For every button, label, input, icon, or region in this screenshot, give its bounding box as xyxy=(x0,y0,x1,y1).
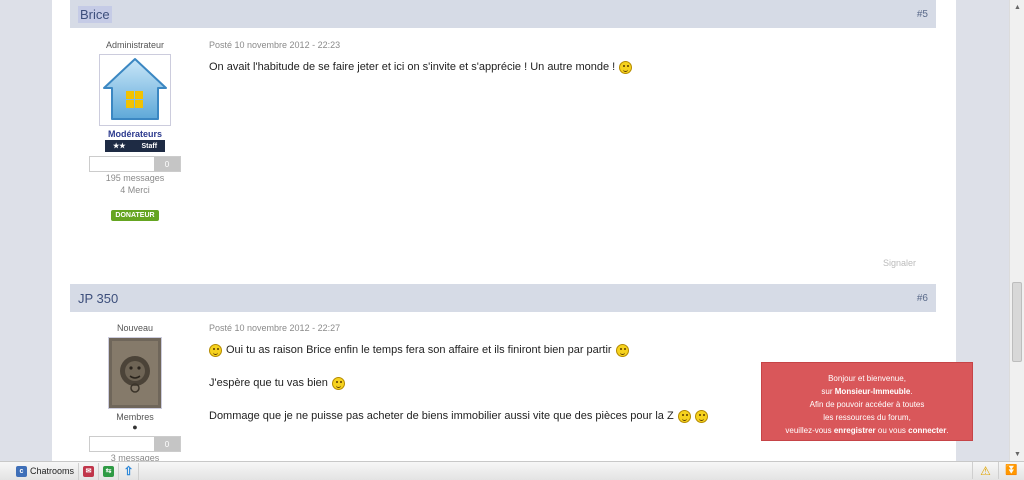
rank-pip-icon: ● xyxy=(132,422,138,432)
toolbar-button[interactable]: ✉ xyxy=(79,462,100,480)
author-group: Membres xyxy=(116,412,154,422)
post-content: Posté 10 novembre 2012 - 22:23 On avait … xyxy=(209,40,633,74)
post-header: Brice #5 xyxy=(70,0,936,28)
toolbar-button[interactable]: ⇆ xyxy=(99,462,120,480)
reputation-bar xyxy=(90,157,154,171)
double-chevron-down-icon: ⏬ xyxy=(1005,465,1018,476)
wink-smiley-icon xyxy=(677,409,691,423)
author-rank: Nouveau xyxy=(116,323,154,333)
post-line-text: J'espère que tu vas bien xyxy=(209,377,328,389)
reputation-value: 0 xyxy=(154,437,180,451)
popup-text: veuillez-vous xyxy=(785,426,834,435)
site-name-link[interactable]: Monsieur-Immeuble xyxy=(835,387,911,396)
vertical-scrollbar[interactable]: ▲ ▼ xyxy=(1009,0,1024,461)
message-count: 195 messages xyxy=(105,173,165,183)
register-link[interactable]: enregistrer xyxy=(834,426,876,435)
up-arrow-icon: ⇧ xyxy=(123,464,134,478)
scroll-down-arrow-icon[interactable]: ▼ xyxy=(1010,447,1024,461)
toolbar-button[interactable]: ⇧ xyxy=(119,462,140,480)
popup-text: sur xyxy=(821,387,835,396)
reputation-box: 0 xyxy=(89,436,181,452)
author-profile: Administrateur Modérateurs ★★ Staff 0 19… xyxy=(70,40,200,222)
forum-post: Brice #5 Administrateur Modérateurs ★★ S… xyxy=(70,0,936,283)
merci-count: 4 Merci xyxy=(120,185,150,195)
post-content: Posté 10 novembre 2012 - 22:27 Oui tu as… xyxy=(209,323,708,423)
post-line-text: On avait l'habitude de se faire jeter et… xyxy=(209,61,616,73)
popup-text: ou vous xyxy=(875,426,909,435)
report-link[interactable]: Signaler xyxy=(883,258,916,268)
lion-head-avatar-icon xyxy=(109,338,161,408)
avatar[interactable] xyxy=(108,337,162,409)
badge-label: Staff xyxy=(141,142,158,150)
popup-text: les ressources du forum, xyxy=(823,413,911,422)
reputation-value: 0 xyxy=(154,157,180,171)
message-icon: ✉ xyxy=(83,465,95,477)
tongue-smiley-icon xyxy=(615,343,629,357)
author-rank: Administrateur xyxy=(105,40,165,50)
reputation-box: 0 xyxy=(89,156,181,172)
post-number-link[interactable]: #5 xyxy=(917,9,928,20)
post-text: Oui tu as raison Brice enfin le temps fe… xyxy=(209,343,708,423)
post-text: On avait l'habitude de se faire jeter et… xyxy=(209,60,633,74)
collapse-button[interactable]: ⏬ xyxy=(998,462,1024,479)
avatar[interactable] xyxy=(99,54,171,126)
post-line-text: Dommage que je ne puisse pas acheter de … xyxy=(209,410,674,422)
reputation-bar xyxy=(90,437,154,451)
popup-greeting: Bonjour et bienvenue, xyxy=(828,374,906,383)
house-logo-icon xyxy=(103,58,167,120)
author-name-link[interactable]: Brice xyxy=(78,5,112,23)
author-group: Modérateurs xyxy=(107,129,162,139)
smiley-icon xyxy=(331,376,345,390)
post-line: Oui tu as raison Brice enfin le temps fe… xyxy=(209,343,708,357)
post-body: Administrateur Modérateurs ★★ Staff 0 19… xyxy=(70,28,936,283)
warning-icon: ⚠ xyxy=(980,463,991,478)
smiley-icon xyxy=(619,60,633,74)
author-profile: Nouveau Membres ● 0 3 messages xyxy=(70,323,200,464)
share-icon: ⇆ xyxy=(103,465,115,477)
popup-site-line: sur Monsieur-Immeuble. xyxy=(762,385,972,398)
laughing-smiley-icon xyxy=(694,409,708,423)
laughing-smiley-icon xyxy=(209,343,222,357)
post-line: J'espère que tu vas bien xyxy=(209,376,708,390)
login-link[interactable]: connecter xyxy=(908,426,946,435)
badge-stars: ★★ xyxy=(112,143,126,150)
author-name-link[interactable]: JP 350 xyxy=(78,291,118,306)
popup-text: . xyxy=(910,387,913,396)
post-date: Posté 10 novembre 2012 - 22:27 xyxy=(209,323,341,333)
chatrooms-label: Chatrooms xyxy=(30,466,75,476)
welcome-popup: Bonjour et bienvenue, sur Monsieur-Immeu… xyxy=(761,362,973,441)
donateur-badge: DONATEUR xyxy=(111,210,159,221)
post-header: JP 350 #6 xyxy=(70,284,936,312)
post-line: Dommage que je ne puisse pas acheter de … xyxy=(209,409,708,423)
scroll-up-arrow-icon[interactable]: ▲ xyxy=(1010,0,1024,14)
popup-action-line: veuillez-vous enregistrer ou vous connec… xyxy=(762,424,972,437)
chatrooms-button[interactable]: c Chatrooms xyxy=(12,462,80,480)
staff-badge: ★★ Staff xyxy=(105,140,165,152)
post-date: Posté 10 novembre 2012 - 22:23 xyxy=(209,40,341,50)
popup-text: . xyxy=(946,426,949,435)
popup-text: Afin de pouvoir accéder à toutes xyxy=(809,400,925,409)
bottom-toolbar: c Chatrooms ✉ ⇆ ⇧ ⚠ ⏬ xyxy=(0,461,1024,480)
warning-button[interactable]: ⚠ xyxy=(972,462,998,479)
toolbar-right: ⚠ ⏬ xyxy=(972,462,1024,480)
chat-icon: c xyxy=(16,465,27,477)
post-number-link[interactable]: #6 xyxy=(917,293,928,304)
post-line: On avait l'habitude de se faire jeter et… xyxy=(209,60,633,74)
scrollbar-thumb[interactable] xyxy=(1012,282,1022,362)
post-line-text: Oui tu as raison Brice enfin le temps fe… xyxy=(226,344,612,356)
